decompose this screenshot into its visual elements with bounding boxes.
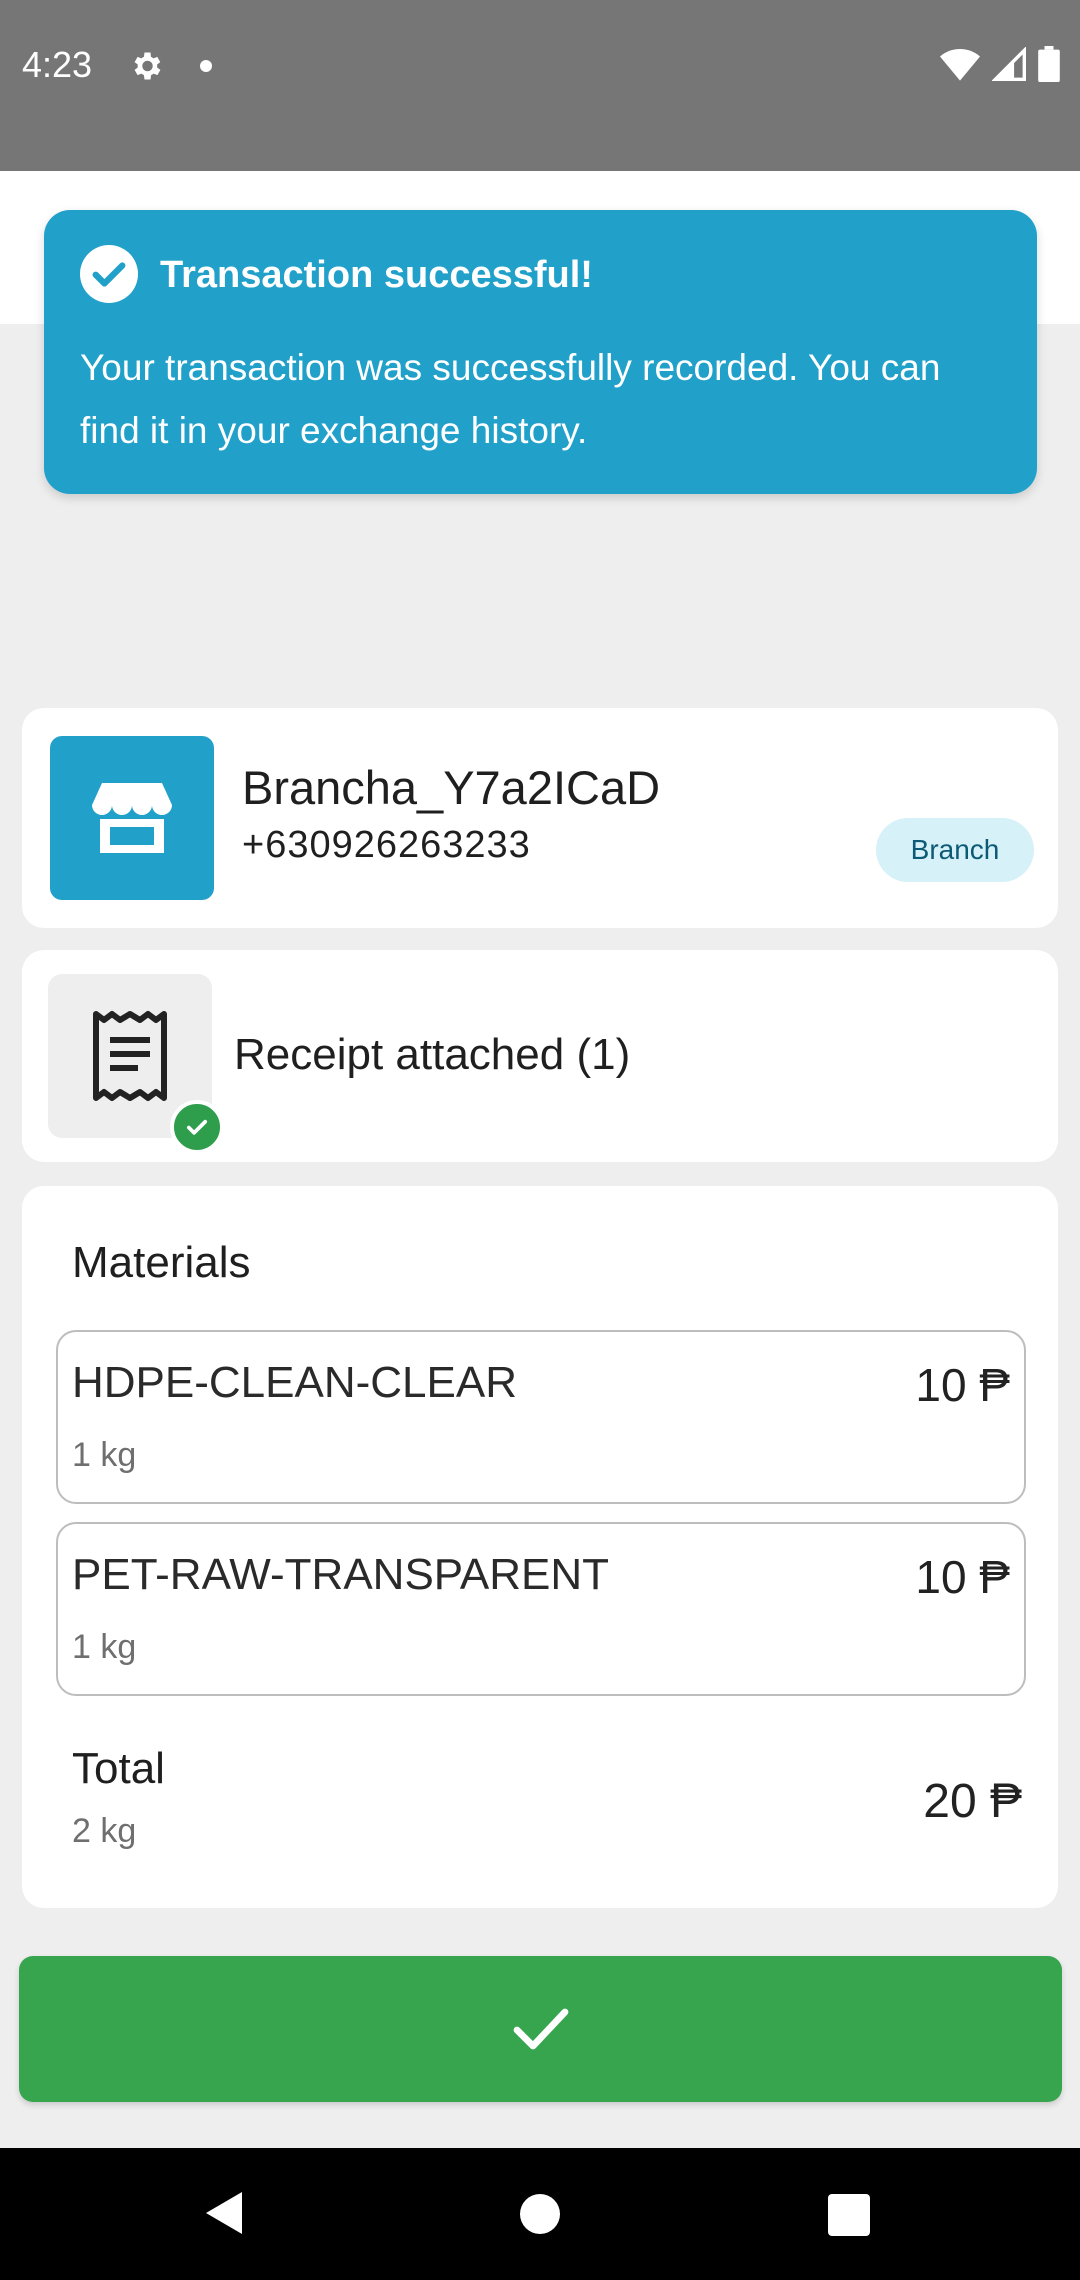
total-label: Total [72,1744,165,1793]
signal-icon [992,47,1026,81]
status-bar: 4:23 [0,0,1080,171]
gear-icon [134,52,161,80]
receipt-label: Receipt attached (1) [234,1030,631,1079]
material-price: 10 ₱ [915,1359,1010,1411]
branch-card: Brancha_Y7a2ICaD +630926263233 Branch [22,708,1058,928]
toast-message: Your transaction was successfully record… [80,347,941,451]
material-weight: 1 kg [72,1436,137,1474]
status-icons [940,46,1060,82]
material-price: 10 ₱ [915,1551,1010,1603]
material-name: PET-RAW-TRANSPARENT [72,1550,610,1599]
branch-phone: +630926263233 [242,824,531,866]
branch-name: Brancha_Y7a2ICaD [242,761,661,814]
material-item[interactable]: HDPE-CLEAN-CLEAR 1 kg 10 ₱ [56,1330,1026,1504]
materials-title: Materials [72,1238,251,1287]
confirm-button[interactable] [19,1956,1062,2102]
materials-card: Materials HDPE-CLEAN-CLEAR 1 kg 10 ₱ PET… [22,1186,1058,1908]
back-icon[interactable] [204,2190,244,2236]
toast-title: Transaction successful! [160,254,593,296]
status-time: 4:23 [22,44,93,85]
branch-avatar [50,736,214,900]
total-weight: 2 kg [72,1812,137,1850]
notification-dot [200,60,212,72]
receipt-check-icon [170,1100,224,1154]
checkmark-icon [513,2008,568,2050]
storefront-icon [92,783,172,853]
success-toast[interactable]: Transaction successful! Your transaction… [44,210,1037,494]
check-circle-icon [80,245,138,303]
material-weight: 1 kg [72,1628,137,1666]
recents-icon[interactable] [828,2194,870,2236]
receipt-icon [93,1011,167,1101]
battery-icon [1038,46,1060,82]
home-icon[interactable] [520,2194,560,2234]
total-price: 20 ₱ [923,1775,1022,1828]
branch-badge: Branch [876,818,1034,882]
wifi-icon [940,49,980,81]
material-name: HDPE-CLEAN-CLEAR [72,1358,517,1407]
system-nav-bar [0,2148,1080,2280]
material-item[interactable]: PET-RAW-TRANSPARENT 1 kg 10 ₱ [56,1522,1026,1696]
receipt-card[interactable]: Receipt attached (1) [22,950,1058,1162]
